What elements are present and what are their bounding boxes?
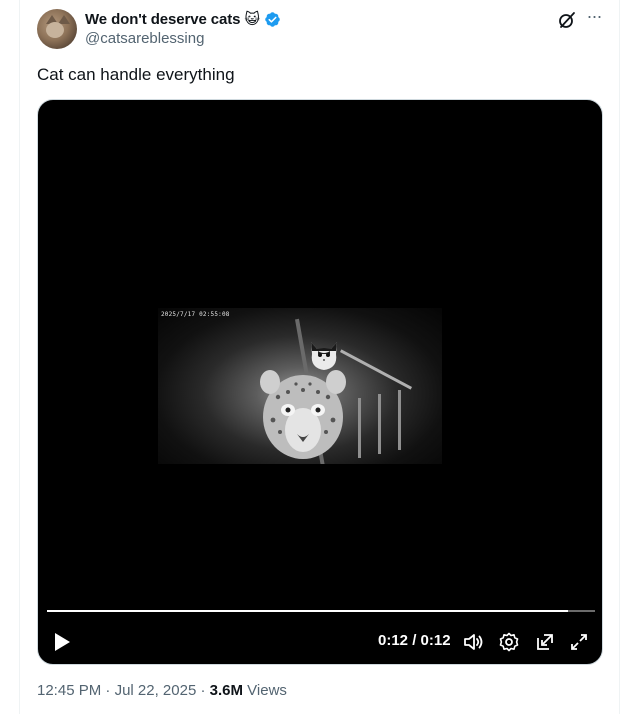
author-display-name[interactable]: We don't deserve cats bbox=[85, 11, 241, 28]
views-count[interactable]: 3.6M bbox=[210, 682, 243, 699]
author-emoji: 😺 bbox=[244, 10, 261, 28]
tweet-meta: 12:45 PM · Jul 22, 2025 · 3.6M Views bbox=[37, 682, 287, 699]
card-right-border bbox=[619, 0, 620, 714]
author-handle[interactable]: @catsareblessing bbox=[85, 30, 204, 47]
volume-icon[interactable] bbox=[462, 631, 484, 653]
fullscreen-icon[interactable] bbox=[568, 631, 590, 653]
avatar-cat-face bbox=[46, 22, 64, 38]
settings-icon[interactable] bbox=[498, 631, 520, 653]
leopard-figure bbox=[260, 370, 346, 459]
grok-icon[interactable] bbox=[557, 10, 577, 30]
card-left-border bbox=[19, 0, 20, 714]
frame-baluster bbox=[358, 398, 361, 458]
avatar[interactable] bbox=[37, 9, 77, 49]
tweet-text: Cat can handle everything bbox=[37, 65, 235, 84]
meta-separator: · bbox=[105, 682, 111, 699]
tweet-date[interactable]: Jul 22, 2025 bbox=[115, 682, 197, 699]
frame-railing bbox=[339, 349, 413, 390]
pop-out-icon[interactable] bbox=[534, 631, 556, 653]
verified-badge-icon[interactable] bbox=[264, 11, 281, 28]
video-progress-fill bbox=[47, 610, 568, 612]
video-time-display: 0:12 / 0:12 bbox=[378, 632, 451, 649]
meta-separator: · bbox=[200, 682, 206, 699]
views-label: Views bbox=[247, 682, 287, 699]
video-timestamp-overlay: 2025/7/17 02:55:08 bbox=[161, 311, 230, 318]
more-icon[interactable]: ··· bbox=[584, 7, 604, 28]
frame-baluster bbox=[378, 394, 381, 454]
video-progress-bar[interactable] bbox=[47, 610, 595, 612]
frame-baluster bbox=[398, 390, 401, 450]
play-icon[interactable] bbox=[52, 631, 72, 653]
author-name-row: We don't deserve cats 😺 bbox=[85, 8, 281, 30]
video-player[interactable]: 2025/7/17 02:55:08 0:12 / 0:12 bbox=[37, 99, 603, 665]
tweet-time[interactable]: 12:45 PM bbox=[37, 682, 101, 699]
video-frame: 2025/7/17 02:55:08 bbox=[158, 308, 442, 464]
